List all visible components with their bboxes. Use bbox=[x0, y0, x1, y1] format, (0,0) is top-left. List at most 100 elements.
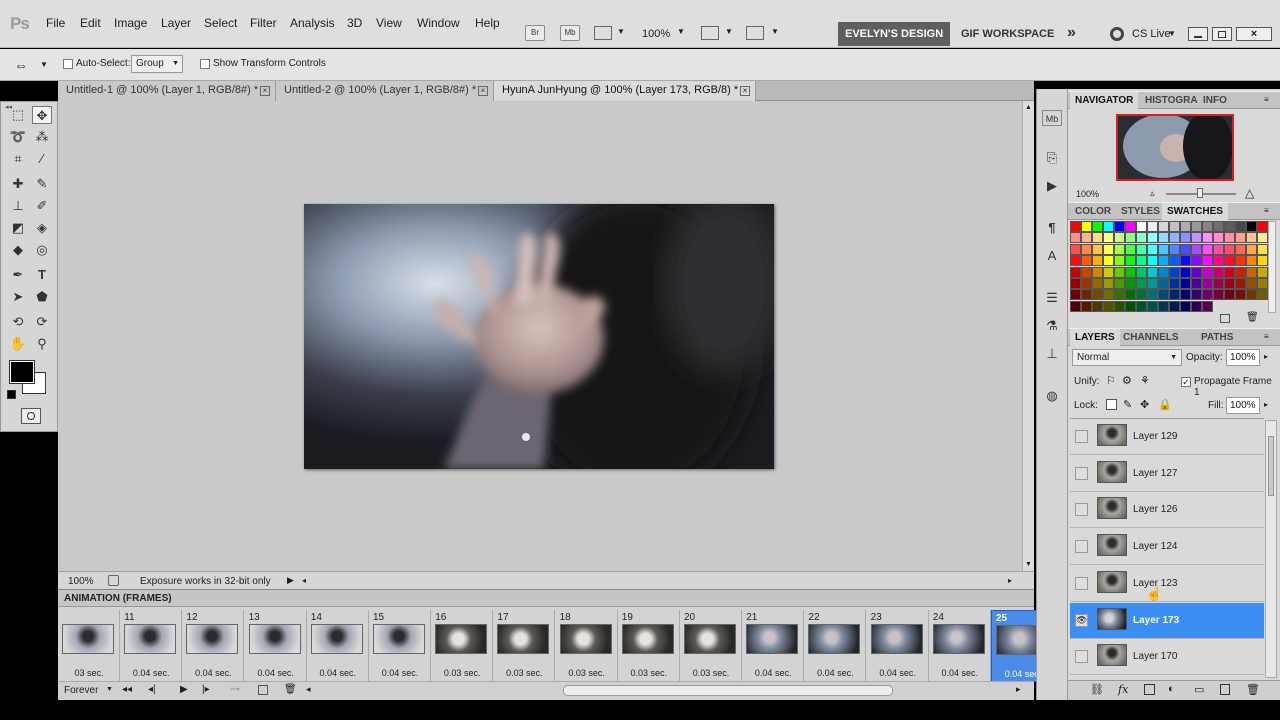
color-swatch[interactable] bbox=[1125, 266, 1136, 278]
history-icon[interactable]: ⎘ bbox=[1042, 150, 1062, 166]
color-swatch[interactable] bbox=[1169, 232, 1180, 244]
lock-transparent-icon[interactable] bbox=[1106, 399, 1117, 410]
tab-untitled-1[interactable]: Untitled-1 @ 100% (Layer 1, RGB/8#) * × bbox=[58, 81, 276, 101]
arrange-documents-icon[interactable] bbox=[701, 26, 719, 40]
color-swatch[interactable] bbox=[1158, 243, 1169, 255]
color-swatch[interactable] bbox=[1136, 232, 1147, 244]
color-swatch[interactable] bbox=[1180, 300, 1191, 312]
color-swatch[interactable] bbox=[1081, 243, 1092, 255]
tool-presets-icon[interactable]: ⚗ bbox=[1042, 318, 1062, 334]
visibility-eye-icon[interactable] bbox=[1075, 650, 1088, 664]
color-swatch[interactable] bbox=[1235, 266, 1246, 278]
color-swatch[interactable] bbox=[1191, 255, 1202, 267]
color-swatch[interactable] bbox=[1147, 232, 1158, 244]
color-swatch[interactable] bbox=[1081, 300, 1092, 312]
color-swatch[interactable] bbox=[1257, 278, 1268, 289]
color-swatch[interactable] bbox=[1103, 278, 1114, 289]
color-swatch[interactable] bbox=[1169, 289, 1180, 301]
bridge-button[interactable]: Br bbox=[525, 25, 545, 41]
tab-swatches[interactable]: SWATCHES bbox=[1162, 203, 1228, 221]
layer-row[interactable]: Layer 123 bbox=[1070, 565, 1264, 602]
color-swatch[interactable] bbox=[1213, 266, 1224, 278]
color-swatch[interactable] bbox=[1092, 266, 1103, 278]
workspace-gif[interactable]: GIF WORKSPACE bbox=[954, 22, 1061, 46]
zoom-out-icon[interactable]: ▵ bbox=[1150, 188, 1155, 199]
color-swatch[interactable] bbox=[1246, 232, 1257, 244]
color-swatch[interactable] bbox=[1224, 278, 1235, 289]
animation-frame[interactable]: 11 0.04 sec. bbox=[120, 610, 183, 682]
color-swatch[interactable] bbox=[1114, 255, 1125, 267]
close-icon[interactable]: × bbox=[1236, 27, 1272, 41]
chevron-down-icon[interactable]: ▼ bbox=[40, 60, 48, 69]
panel-menu-icon[interactable]: ≡ bbox=[1264, 95, 1269, 104]
color-swatch[interactable] bbox=[1257, 221, 1268, 232]
color-swatch[interactable] bbox=[1136, 221, 1147, 232]
color-swatch[interactable] bbox=[1147, 255, 1158, 267]
visibility-eye-icon[interactable] bbox=[1075, 466, 1088, 480]
visibility-eye-icon[interactable] bbox=[1075, 576, 1088, 590]
color-swatch[interactable] bbox=[1224, 221, 1235, 232]
color-swatch[interactable] bbox=[1224, 266, 1235, 278]
visibility-eye-icon[interactable] bbox=[1075, 540, 1088, 554]
color-swatch[interactable] bbox=[1070, 278, 1081, 289]
scroll-left-icon[interactable]: ◂ bbox=[306, 684, 311, 695]
color-swatch[interactable] bbox=[1213, 243, 1224, 255]
color-swatch[interactable] bbox=[1202, 278, 1213, 289]
color-swatch[interactable] bbox=[1125, 300, 1136, 312]
navigator-zoom[interactable]: 100% bbox=[1076, 189, 1099, 199]
chevron-down-icon[interactable]: ▼ bbox=[617, 27, 625, 36]
menu-window[interactable]: Window bbox=[417, 16, 460, 30]
zoom-in-icon[interactable]: △ bbox=[1245, 186, 1254, 200]
frame-delay[interactable]: 0.04 sec. bbox=[182, 668, 244, 678]
color-swatch[interactable] bbox=[1114, 266, 1125, 278]
color-swatch[interactable] bbox=[1246, 289, 1257, 301]
color-swatch[interactable] bbox=[1114, 232, 1125, 244]
color-swatch[interactable] bbox=[1158, 266, 1169, 278]
color-swatch[interactable] bbox=[1158, 300, 1169, 312]
layer-row[interactable]: Layer 126 bbox=[1070, 492, 1264, 529]
color-swatch[interactable] bbox=[1081, 289, 1092, 301]
play-status-icon[interactable]: ▶ bbox=[287, 575, 294, 586]
color-swatch[interactable] bbox=[1136, 266, 1147, 278]
tab-color[interactable]: COLOR bbox=[1070, 203, 1116, 221]
animation-frame[interactable]: 24 0.04 sec. bbox=[929, 610, 991, 682]
menu-filter[interactable]: Filter bbox=[250, 16, 277, 30]
pen-tool-icon[interactable]: ✒ bbox=[8, 266, 28, 284]
color-swatch[interactable] bbox=[1081, 266, 1092, 278]
move-tool-icon[interactable]: ✥ bbox=[32, 106, 52, 124]
menu-view[interactable]: View bbox=[376, 16, 402, 30]
color-swatch[interactable] bbox=[1213, 232, 1224, 244]
color-swatch[interactable] bbox=[1092, 232, 1103, 244]
add-mask-icon[interactable] bbox=[1144, 684, 1155, 695]
menu-edit[interactable]: Edit bbox=[80, 16, 101, 30]
opacity-input[interactable]: 100% bbox=[1226, 349, 1260, 366]
color-swatch[interactable] bbox=[1125, 243, 1136, 255]
color-swatch[interactable] bbox=[1158, 221, 1169, 232]
color-swatch[interactable] bbox=[1257, 266, 1268, 278]
fill-input[interactable]: 100% bbox=[1226, 397, 1260, 414]
tween-icon[interactable]: ⊶ bbox=[230, 684, 240, 695]
color-swatch[interactable] bbox=[1136, 278, 1147, 289]
color-swatch[interactable] bbox=[1158, 289, 1169, 301]
animation-frame[interactable]: 18 0.03 sec. bbox=[556, 610, 618, 682]
color-swatch[interactable] bbox=[1191, 289, 1202, 301]
color-swatch[interactable] bbox=[1125, 221, 1136, 232]
frame-delay[interactable]: 03 sec. bbox=[58, 668, 120, 678]
color-swatch[interactable] bbox=[1147, 243, 1158, 255]
paragraph-icon[interactable]: ¶ bbox=[1042, 220, 1062, 236]
color-swatch[interactable] bbox=[1070, 243, 1081, 255]
animation-frame[interactable]: 17 0.03 sec. bbox=[493, 610, 556, 682]
color-swatch[interactable] bbox=[1180, 278, 1191, 289]
color-swatch[interactable] bbox=[1202, 243, 1213, 255]
color-swatch[interactable] bbox=[1202, 221, 1213, 232]
healing-brush-icon[interactable]: ✚ bbox=[8, 175, 28, 193]
autoselect-select[interactable]: Group ▼ bbox=[131, 55, 183, 73]
color-swatch[interactable] bbox=[1136, 300, 1147, 312]
unify-style-icon[interactable]: ⚘ bbox=[1140, 374, 1150, 387]
first-frame-icon[interactable]: ◂◂ bbox=[122, 684, 132, 695]
color-swatch[interactable] bbox=[1103, 221, 1114, 232]
color-swatch[interactable] bbox=[1070, 221, 1081, 232]
default-colors-icon[interactable] bbox=[7, 390, 16, 399]
color-swatch[interactable] bbox=[1202, 300, 1213, 312]
color-swatch[interactable] bbox=[1257, 243, 1268, 255]
